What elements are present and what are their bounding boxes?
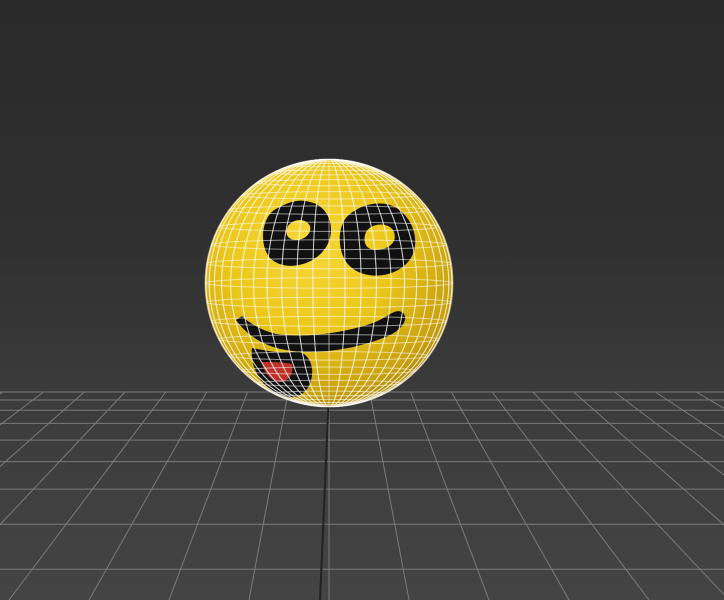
viewport-canvas[interactable] bbox=[0, 0, 724, 600]
ground-grid bbox=[0, 391, 724, 600]
3d-viewport[interactable] bbox=[0, 0, 724, 600]
sphere-object[interactable] bbox=[204, 158, 454, 408]
